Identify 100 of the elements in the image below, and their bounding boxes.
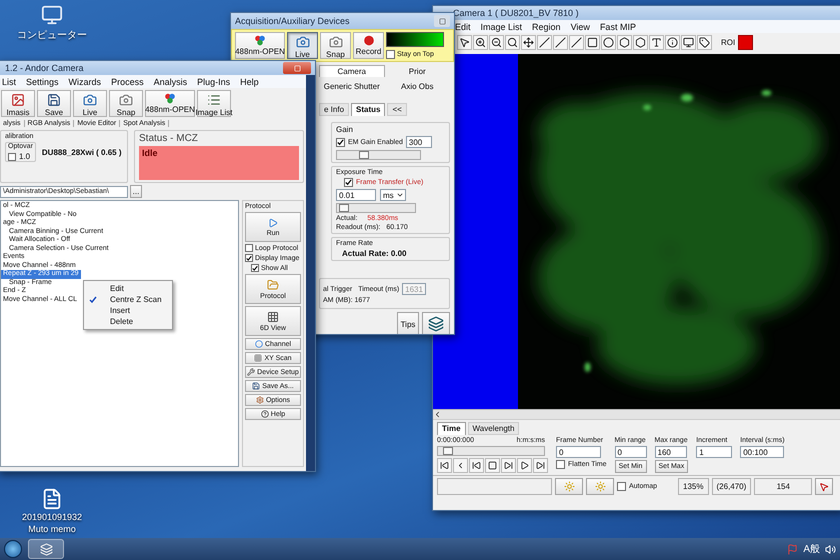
tool-button[interactable] xyxy=(617,35,632,50)
menu-item[interactable]: Image List xyxy=(480,22,522,32)
checkbox[interactable] xyxy=(386,50,395,59)
menu-item[interactable]: List xyxy=(2,76,16,86)
playback-button[interactable] xyxy=(469,458,484,473)
checkbox[interactable] xyxy=(617,482,626,491)
magnifier-icon xyxy=(507,37,518,48)
checkbox[interactable] xyxy=(556,460,565,469)
menu-item[interactable]: Process xyxy=(111,76,144,86)
tool-button[interactable] xyxy=(681,35,696,50)
tips-button[interactable]: Tips xyxy=(397,312,419,334)
toolbar-button[interactable]: 488nm-OPEN xyxy=(235,32,285,59)
toolbar-button[interactable]: Live xyxy=(73,90,107,117)
toolbar-button[interactable]: Imasis xyxy=(1,90,35,117)
browse-button[interactable]: ... xyxy=(130,185,142,198)
tool-button[interactable] xyxy=(665,35,680,50)
tab[interactable]: Prior xyxy=(384,65,450,77)
toolbar-button[interactable]: Snap xyxy=(109,90,143,117)
playback-button[interactable] xyxy=(485,458,500,473)
menu-item[interactable]: Region xyxy=(532,22,561,32)
tool-button[interactable] xyxy=(633,35,648,50)
arrow-left-icon xyxy=(433,410,442,419)
playback-button[interactable] xyxy=(437,458,452,473)
menu-item[interactable]: Plug-Ins xyxy=(197,76,230,86)
menu-item[interactable]: View xyxy=(570,22,590,32)
slider-thumb[interactable] xyxy=(339,204,350,212)
roi-label: ROI xyxy=(721,38,736,47)
range-field[interactable]: 160 xyxy=(654,446,687,458)
checkbox[interactable] xyxy=(245,244,253,252)
slider-thumb[interactable] xyxy=(358,151,369,159)
tool-button[interactable] xyxy=(649,35,664,50)
grid-icon xyxy=(254,354,262,362)
increment-field[interactable]: 1 xyxy=(696,446,732,458)
tool-button[interactable] xyxy=(489,35,504,50)
tool-button[interactable] xyxy=(537,35,552,50)
checkbox[interactable] xyxy=(8,152,16,160)
pointer-button[interactable] xyxy=(815,478,834,495)
checkbox[interactable] xyxy=(251,264,259,272)
tool-button[interactable] xyxy=(505,35,520,50)
interval-field[interactable]: 00:100 xyxy=(740,446,784,458)
gain-field[interactable]: 300 xyxy=(406,136,432,148)
roi-color-button[interactable] xyxy=(738,35,754,50)
tool-button[interactable] xyxy=(553,35,568,50)
slider-thumb[interactable] xyxy=(442,447,453,455)
ime-indicator[interactable]: A般 xyxy=(803,542,820,556)
playback-button[interactable] xyxy=(517,458,532,473)
playback-button[interactable] xyxy=(501,458,516,473)
toolbar-button[interactable]: Live xyxy=(287,32,318,59)
menu-item[interactable]: Analysis xyxy=(154,76,188,86)
tab[interactable]: Axio Obs xyxy=(384,80,450,92)
exposure-field[interactable]: 0.01 xyxy=(336,189,376,201)
context-menu-item[interactable]: Insert xyxy=(84,305,172,316)
layers-button[interactable] xyxy=(422,312,450,334)
unit-dropdown[interactable]: ms xyxy=(380,189,406,201)
playback-button[interactable] xyxy=(453,458,468,473)
menu-item[interactable]: Wizards xyxy=(68,76,102,86)
menu-item[interactable]: Help xyxy=(240,76,259,86)
horizontal-scrollbar[interactable] xyxy=(433,409,840,419)
tab[interactable]: e Info xyxy=(319,103,350,116)
range-field[interactable]: 0 xyxy=(614,446,647,458)
tab[interactable]: << xyxy=(387,103,407,116)
menu-item[interactable]: Edit xyxy=(455,22,471,32)
tab[interactable]: Wavelength xyxy=(468,422,520,435)
toolbar-button[interactable]: Snap xyxy=(320,32,351,59)
tool-button[interactable] xyxy=(521,35,536,50)
close-button[interactable] xyxy=(283,62,311,74)
menu-item[interactable]: Settings xyxy=(26,76,59,86)
tool-button[interactable] xyxy=(457,35,472,50)
vertical-scrollbar[interactable] xyxy=(306,75,315,471)
tool-button[interactable] xyxy=(585,35,600,50)
checkbox[interactable] xyxy=(344,178,353,187)
toolbar-button[interactable]: Record xyxy=(353,32,384,59)
tab[interactable]: Time xyxy=(437,422,466,435)
checkbox[interactable] xyxy=(336,138,345,146)
context-menu-item[interactable]: Delete xyxy=(84,316,172,327)
tool-button[interactable] xyxy=(601,35,616,50)
context-menu-item[interactable]: Centre Z Scan xyxy=(84,294,172,305)
toolbar-button[interactable]: Save xyxy=(37,90,71,117)
rgb-dots-icon xyxy=(252,35,268,46)
playback-button[interactable] xyxy=(533,458,548,473)
tool-button[interactable] xyxy=(697,35,712,50)
desktop-icon-label[interactable]: Muto memo xyxy=(28,524,76,534)
menu-item[interactable]: Fast MIP xyxy=(600,22,636,32)
tool-button[interactable] xyxy=(569,35,584,50)
taskbar-app-button[interactable] xyxy=(28,539,64,559)
checkbox[interactable] xyxy=(245,254,253,262)
desktop-icon-label[interactable]: 201901091932 xyxy=(22,512,82,522)
list-icon xyxy=(207,93,221,107)
tab[interactable]: Camera xyxy=(319,65,384,77)
pointer-icon xyxy=(819,482,830,492)
tool-button[interactable] xyxy=(473,35,488,50)
desktop-icon-label[interactable]: コンピューター xyxy=(17,28,87,42)
tab[interactable]: Generic Shutter xyxy=(319,80,384,92)
start-button[interactable] xyxy=(4,540,22,558)
frame-number-field[interactable]: 0 xyxy=(556,446,601,458)
close-button[interactable] xyxy=(434,15,450,27)
toolbar-button[interactable]: 488nm-OPEN xyxy=(145,90,195,117)
context-menu-item[interactable]: Edit xyxy=(84,283,172,294)
toolbar-button[interactable]: Image List xyxy=(197,90,231,117)
tab[interactable]: Status xyxy=(351,103,386,116)
